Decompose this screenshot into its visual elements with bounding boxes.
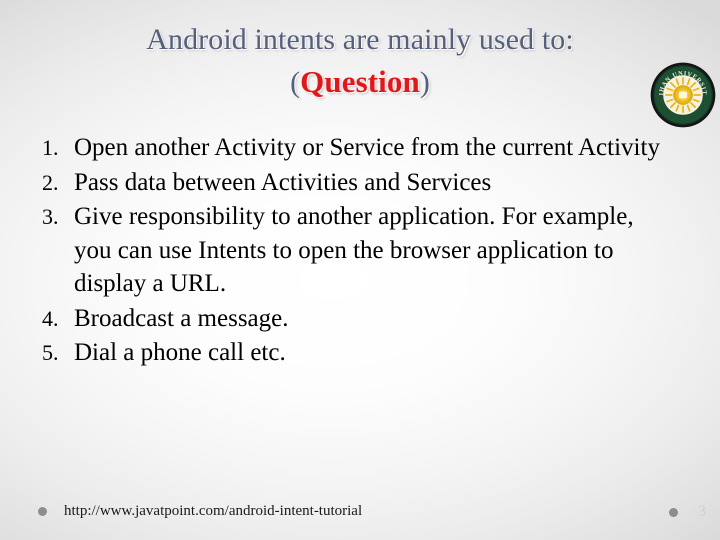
list-item-text: Open another Activity or Service from th… (74, 134, 660, 161)
footer-source: http://www.javatpoint.com/android-intent… (38, 503, 362, 520)
content-list: 1. Open another Activity or Service from… (34, 131, 674, 371)
list-item-number: 3. (42, 204, 59, 229)
seal-icon: CIHAN UNIVERSITY · · · · · · · (647, 57, 716, 128)
slide-title-line-2: (Question) (14, 65, 706, 99)
title-open-paren: ( (290, 66, 301, 100)
list-item-text: Dial a phone call etc. (74, 339, 286, 366)
page-number-text: 3 (698, 503, 706, 520)
list-item-number: 5. (42, 340, 59, 365)
list-item-text: Pass data between Activities and Service… (74, 168, 492, 196)
list-item: 4. Broadcast a message. (34, 302, 674, 336)
title-question-word: Question (300, 64, 420, 100)
bullet-icon (669, 507, 678, 517)
list-item-text: Give responsibility to another applicati… (74, 203, 634, 297)
list-item: 1. Open another Activity or Service from… (34, 131, 674, 165)
list-item: 5. Dial a phone call etc. (34, 336, 674, 370)
slide-title-block: Android intents are mainly used to: (Que… (14, 23, 706, 100)
bullet-icon (38, 507, 47, 516)
footer-page-indicator: 3 (669, 503, 706, 521)
source-url-text[interactable]: http://www.javatpoint.com/android-intent… (64, 503, 362, 520)
list-item-number: 4. (42, 305, 59, 331)
list-item: 2. Pass data between Activities and Serv… (34, 166, 674, 200)
list-item: 3. Give responsibility to another applic… (34, 200, 674, 301)
cihan-university-seal-logo: CIHAN UNIVERSITY · · · · · · · (647, 57, 716, 128)
slide-title-line-1: Android intents are mainly used to: (146, 23, 574, 56)
slide-canvas: Android intents are mainly used to: (Que… (0, 0, 720, 540)
title-close-paren: ) (419, 66, 430, 100)
list-item-number: 1. (42, 135, 59, 160)
list-item-text: Broadcast a message. (74, 304, 289, 332)
list-item-number: 2. (42, 169, 59, 195)
